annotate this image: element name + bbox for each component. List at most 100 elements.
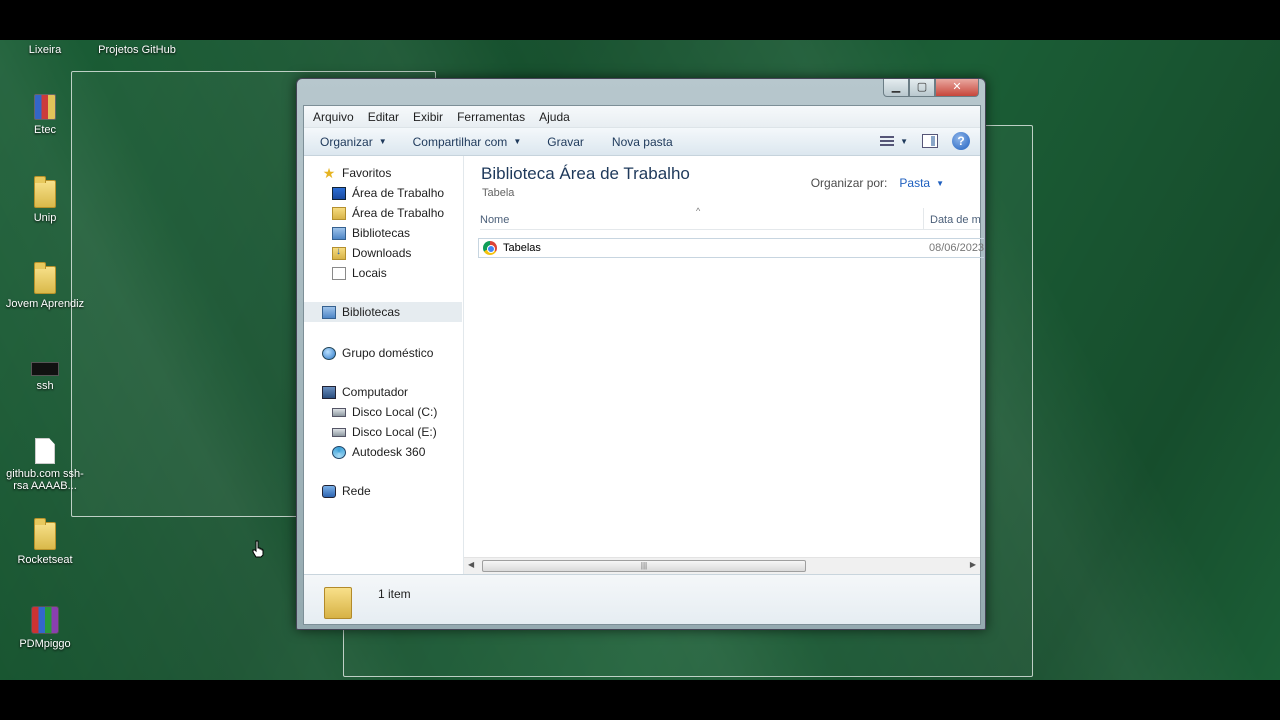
scroll-thumb[interactable]: ||| [482,560,806,572]
column-divider[interactable] [923,208,924,230]
menu-bar: Arquivo Editar Exibir Ferramentas Ajuda [304,106,980,128]
horizontal-scrollbar[interactable]: ◀ ||| ▶ [464,557,980,574]
desktop-icon-label: Projetos GitHub [98,44,176,56]
desktop-icon-label: PDMpiggo [19,638,71,650]
nav-label: Autodesk 360 [352,445,426,459]
minimize-button[interactable]: ▁ [883,79,909,97]
burn-label: Gravar [547,134,584,149]
hand-cursor-icon [252,540,264,558]
arrange-by: Organizar por: Pasta ▼ [811,176,944,190]
nav-label: Rede [342,484,371,498]
column-name-header[interactable]: Nome [480,214,509,226]
nav-disco-c[interactable]: Disco Local (C:) [332,405,437,419]
recent-places-icon [332,266,346,280]
desktop-icon-label: Lixeira [28,44,62,56]
maximize-button[interactable]: ▢ [909,79,935,97]
window-body: Arquivo Editar Exibir Ferramentas Ajuda … [303,105,984,625]
share-label: Compartilhar com [412,134,508,149]
explorer-window[interactable]: ▁ ▢ ✕ Arquivo Editar Exibir Ferramentas … [296,78,986,630]
nav-locais[interactable]: Locais [332,266,387,280]
chevron-down-icon: ▼ [513,137,522,146]
menu-exibir[interactable]: Exibir [406,110,450,124]
folder-icon [332,206,346,220]
file-row[interactable]: Tabelas 08/06/2023 [478,238,984,258]
scroll-left-icon[interactable]: ◀ [468,560,474,569]
view-controls: ▼ ? [880,132,970,150]
nav-area-de-trabalho-2[interactable]: Área de Trabalho [332,206,444,220]
desktop-icon-lixeira[interactable]: Lixeira [0,40,90,56]
chrome-icon [483,241,497,255]
nav-label: Computador [342,385,409,399]
folder-icon [324,587,352,619]
library-icon [332,226,346,240]
menu-ferramentas[interactable]: Ferramentas [450,110,532,124]
nav-label: Bibliotecas [342,305,401,319]
desktop-icon-projetos-github[interactable]: Projetos GitHub [92,40,182,56]
arrange-dropdown[interactable]: Pasta [899,176,930,190]
new-folder-label: Nova pasta [611,134,673,149]
column-header: Nome ^ Data de m [480,206,980,230]
share-button[interactable]: Compartilhar com ▼ [407,135,534,149]
burn-button[interactable]: Gravar [541,135,596,149]
library-title: Biblioteca Área de Trabalho [481,164,690,183]
computer-icon [322,385,336,399]
desktop-icon-pdmpiggo[interactable]: PDMpiggo [0,606,90,650]
arrange-label: Organizar por: [810,176,888,190]
nav-rede[interactable]: Rede [322,484,371,498]
nav-label: Área de Trabalho [352,206,445,220]
desktop-icon-rocketseat[interactable]: Rocketseat [0,518,90,566]
nav-label: Downloads [352,246,412,260]
chevron-down-icon[interactable]: ▼ [936,179,944,188]
menu-editar[interactable]: Editar [361,110,406,124]
document-icon [35,438,55,464]
sort-up-icon: ^ [696,206,701,216]
column-date-header[interactable]: Data de m [930,214,980,226]
details-pane: 1 item [304,574,980,624]
nav-area-de-trabalho[interactable]: Área de Trabalho [332,186,444,200]
menu-arquivo[interactable]: Arquivo [306,110,361,124]
hard-drive-icon [332,407,346,417]
nav-bibliotecas-fav[interactable]: Bibliotecas [332,226,410,240]
preview-pane-icon[interactable] [922,134,938,148]
nav-disco-e[interactable]: Disco Local (E:) [332,425,437,439]
downloads-icon [332,246,346,260]
close-button[interactable]: ✕ [935,79,979,97]
nav-label: Grupo doméstico [342,346,434,360]
scroll-right-icon[interactable]: ▶ [970,560,976,569]
letterbox-bottom [0,680,1280,720]
star-icon: ★ [322,165,336,181]
homegroup-icon [322,346,336,360]
hard-drive-icon [332,427,346,437]
item-count: 1 item [378,587,411,601]
help-icon[interactable]: ? [952,132,970,150]
navigation-pane: ★ Favoritos Área de Trabalho Área de Tra… [304,156,464,574]
title-bar[interactable]: ▁ ▢ ✕ [297,79,985,105]
nav-favoritos[interactable]: ★ Favoritos [322,165,392,181]
folder-icon [34,176,56,208]
change-view-icon[interactable] [880,136,895,146]
nav-grupo-domestico[interactable]: Grupo doméstico [322,346,433,360]
nav-autodesk-360[interactable]: Autodesk 360 [332,445,425,459]
letterbox-top [0,0,1280,40]
nav-downloads[interactable]: Downloads [332,246,411,260]
multicolor-folder-icon [34,94,56,120]
network-icon [322,484,336,498]
caption-buttons: ▁ ▢ ✕ [883,79,979,97]
file-date: 08/06/2023 [929,242,985,254]
new-folder-button[interactable]: Nova pasta [606,135,685,149]
folder-icon [34,518,56,550]
nav-label: Disco Local (C:) [352,405,438,419]
library-icon [322,305,336,319]
nav-label: Locais [352,266,387,280]
nav-bibliotecas[interactable]: Bibliotecas [304,302,462,322]
nav-label: Disco Local (E:) [352,425,437,439]
organize-button[interactable]: Organizar ▼ [314,135,399,149]
command-bar: Organizar ▼ Compartilhar com ▼ Gravar No… [304,128,980,156]
menu-ajuda[interactable]: Ajuda [532,110,577,124]
desktop-icon [332,186,346,200]
nav-label: Área de Trabalho [352,186,445,200]
nav-label: Bibliotecas [352,226,411,240]
nav-computador[interactable]: Computador [322,385,408,399]
terminal-icon [31,362,59,376]
view-options-chevron-icon[interactable]: ▼ [900,137,908,146]
